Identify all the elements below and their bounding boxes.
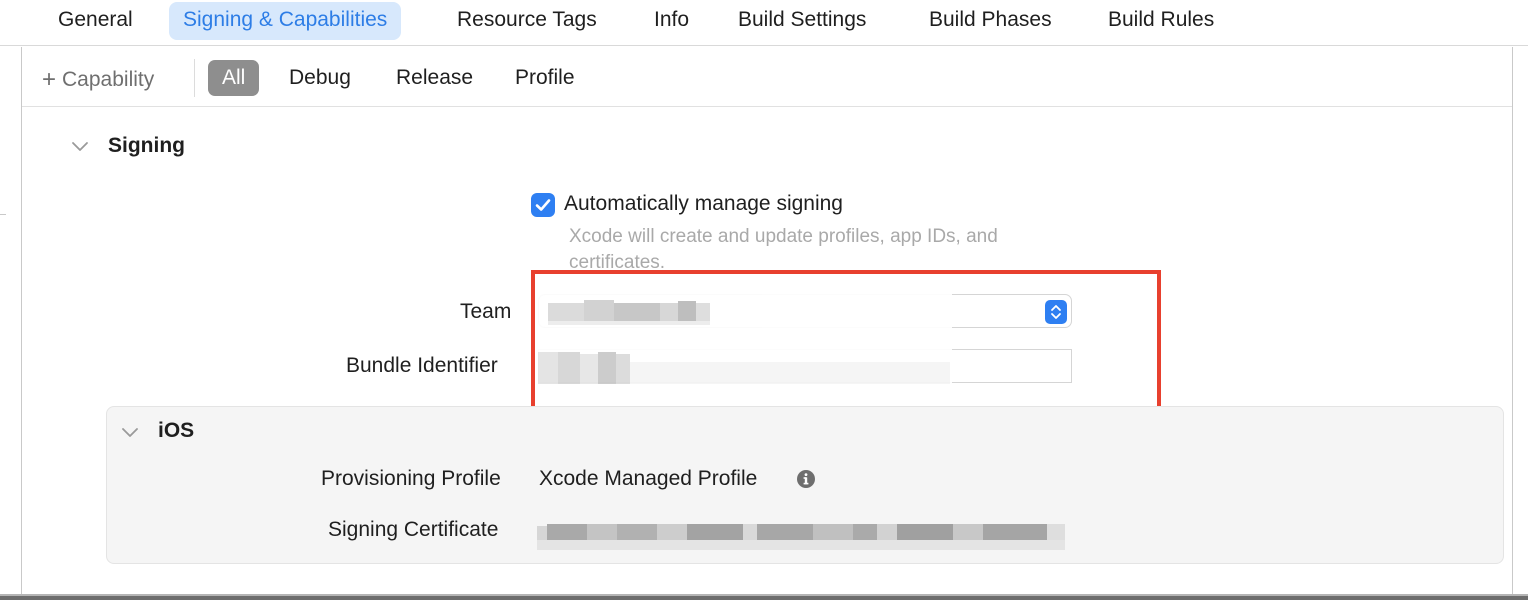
tab-signing-capabilities[interactable]: Signing & Capabilities	[169, 2, 402, 40]
provisioning-profile-value: Xcode Managed Profile	[539, 467, 758, 490]
tab-info[interactable]: Info	[640, 2, 703, 40]
editor-tab-bar: General Signing & Capabilities Resource …	[0, 0, 1528, 46]
checkmark-icon	[535, 199, 551, 211]
window-bottom-edge-highlight	[0, 594, 1528, 596]
tab-build-settings[interactable]: Build Settings	[724, 2, 880, 40]
tab-general[interactable]: General	[44, 2, 147, 40]
auto-manage-signing-label: Automatically manage signing	[564, 192, 843, 215]
right-panel-edge	[1512, 47, 1513, 600]
plus-icon: +	[42, 66, 57, 93]
highlight-box	[531, 270, 1161, 416]
left-panel-edge	[0, 47, 22, 600]
tab-build-rules[interactable]: Build Rules	[1094, 2, 1228, 40]
add-capability-label: Capability	[62, 68, 155, 91]
signing-section-title: Signing	[108, 134, 185, 157]
tab-resource-tags[interactable]: Resource Tags	[443, 2, 611, 40]
auto-manage-signing-description: Xcode will create and update profiles, a…	[569, 226, 998, 273]
auto-manage-signing-checkbox[interactable]	[531, 193, 555, 217]
provisioning-profile-label: Provisioning Profile	[321, 467, 501, 490]
chevron-down-icon[interactable]	[120, 422, 140, 442]
left-panel-tick	[0, 214, 6, 215]
info-icon[interactable]	[796, 469, 816, 489]
segment-release[interactable]: Release	[382, 60, 487, 96]
filter-divider	[194, 59, 195, 97]
segment-all[interactable]: All	[208, 60, 260, 96]
capability-filter-bar: + Capability All Debug Release Profile	[22, 47, 1512, 107]
team-label: Team	[460, 300, 512, 323]
signing-certificate-redacted-value	[537, 512, 1067, 552]
chevron-down-icon[interactable]	[70, 136, 90, 156]
add-capability-button[interactable]: + Capability	[42, 65, 154, 93]
tab-build-phases[interactable]: Build Phases	[915, 2, 1066, 40]
bundle-identifier-label: Bundle Identifier	[346, 354, 498, 377]
segment-profile[interactable]: Profile	[501, 60, 589, 96]
segment-debug[interactable]: Debug	[275, 60, 365, 96]
signing-certificate-label: Signing Certificate	[328, 518, 499, 541]
ios-section-title: iOS	[158, 419, 195, 442]
